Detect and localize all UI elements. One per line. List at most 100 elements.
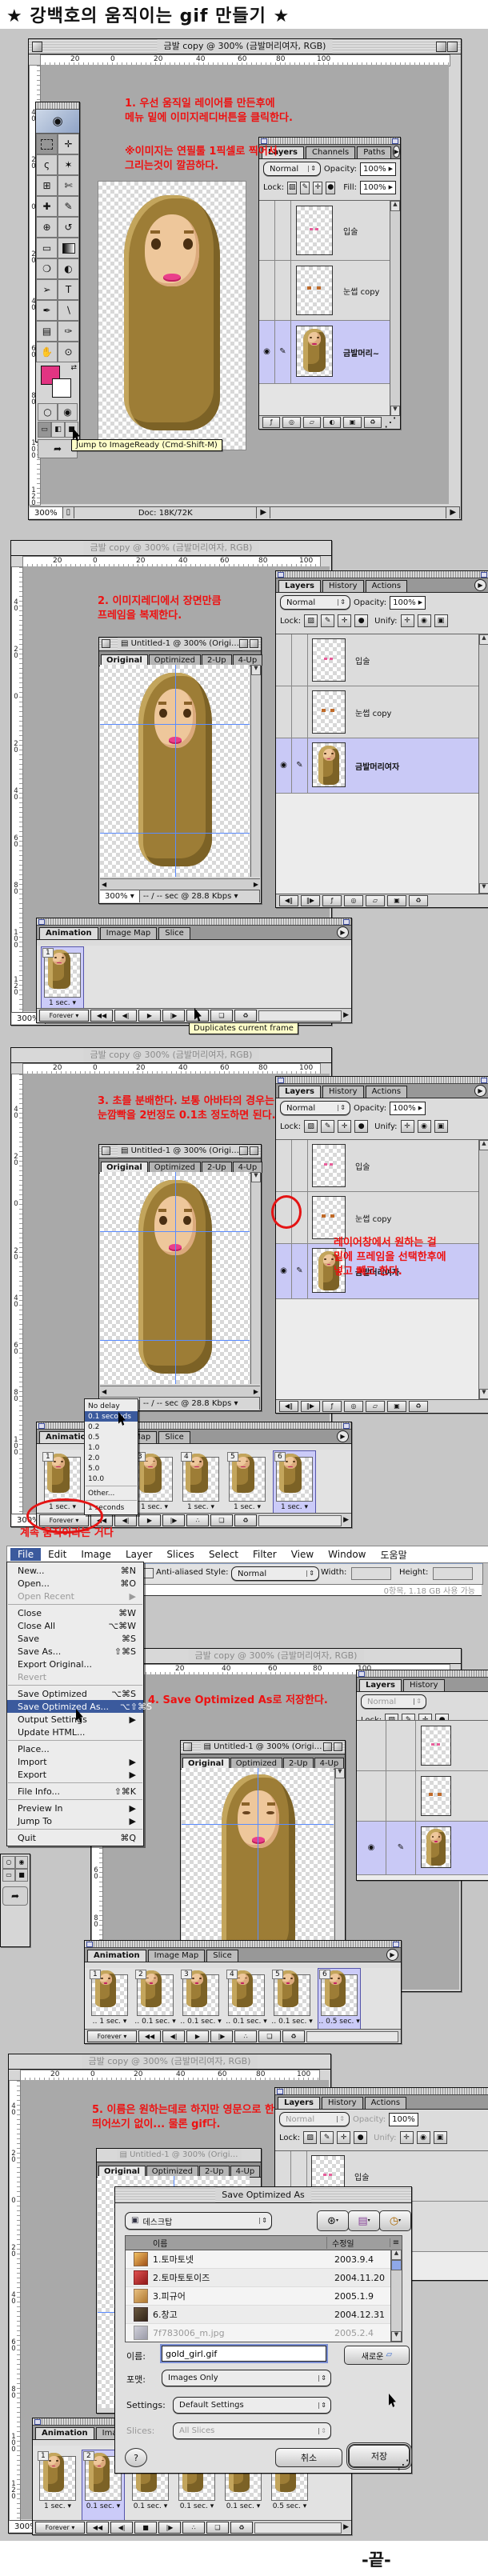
lock-all-button[interactable]: ● [354, 1120, 368, 1133]
lock-transparency-button[interactable]: ▨ [287, 182, 297, 194]
column-name[interactable]: 이름 [126, 2237, 326, 2249]
next-frame-button[interactable]: |▶ [162, 1514, 185, 1526]
delete-layer-button[interactable]: ♻ [409, 1401, 428, 1412]
menu-select[interactable]: Select [202, 1548, 246, 1561]
lock-paint-button[interactable]: ✎ [300, 182, 310, 194]
new-layer-button[interactable]: ▣ [343, 417, 361, 428]
screen-mode-button[interactable]: ▭ [2, 1869, 15, 1882]
windowshade-box-icon[interactable] [323, 1742, 332, 1751]
duplicate-frame-button[interactable]: ❏ [206, 2522, 229, 2534]
palette-menu-icon[interactable]: ▶ [474, 1085, 486, 1097]
palette-menu-icon[interactable]: ▶ [337, 926, 349, 938]
tab-original[interactable]: Original [98, 2166, 146, 2177]
tab-4up[interactable]: 4-Up [314, 1758, 345, 1769]
palette-hscroll[interactable] [258, 1010, 342, 1022]
menu-item-save[interactable]: Save⌘S [7, 1632, 143, 1645]
screen-mode-menubar[interactable]: ◧ [51, 422, 65, 438]
lock-transparency-button[interactable]: ▨ [303, 2131, 317, 2144]
unify-position-button[interactable]: ✛ [400, 2131, 414, 2144]
file-list-scrollbar[interactable]: ▲ ▼ [390, 2250, 402, 2342]
timing-select[interactable]: -- / -- sec @ 28.8 Kbps ▾ [140, 890, 260, 902]
title-bar[interactable]: 금발 copy @ 300% (금발머리여자, RGB) [29, 39, 461, 54]
close-box-icon[interactable] [183, 1742, 192, 1751]
frame-delay[interactable]: 1 sec. ▾ [134, 1503, 175, 1511]
unify-visibility-button[interactable]: ◉ [418, 1120, 431, 1133]
zoom-box-icon[interactable] [334, 1742, 342, 1751]
frame-3[interactable]: 3 1 sec. ▾ [134, 1451, 175, 1516]
layer-mask-button[interactable]: ◎ [344, 1401, 363, 1412]
palette-hscroll[interactable] [306, 2031, 398, 2042]
tab-actions[interactable]: Actions [366, 1086, 408, 1098]
title-bar[interactable]: 금발 copy @ 300% (금발머리여자, RGB) [11, 1048, 331, 1063]
timing-select[interactable]: -- / -- sec @ 28.8 Kbps ▾ [140, 1398, 260, 1410]
menu-item-10.0[interactable]: 10.0 [85, 1474, 138, 1484]
active-brush-cell[interactable]: ✎ [292, 1244, 308, 1298]
fill-value[interactable]: 100%▶ [360, 181, 396, 194]
tab-slice[interactable]: Slice [206, 1950, 238, 1962]
lasso-tool[interactable]: ς [36, 154, 58, 175]
frame-delay[interactable]: ‥ 0.1 sec. ▾ [180, 2018, 222, 2026]
layer-mask-button[interactable]: ◎ [282, 417, 300, 428]
next-frame-button[interactable]: |▶ [158, 2522, 181, 2534]
frame-1[interactable]: 1 1 sec. ▾ [37, 2450, 78, 2522]
file-row[interactable]: 6.창고 2004.12.31 [126, 2306, 402, 2324]
jump-to-photoshop-button[interactable]: ➦ [2, 1886, 28, 1906]
toolbox-grip[interactable] [36, 102, 79, 110]
server-button[interactable]: ⊛▾ [317, 2210, 349, 2231]
duplicate-frame-button[interactable]: ❏ [210, 1010, 233, 1022]
loop-select[interactable]: Forever ▾ [87, 2030, 137, 2042]
prev-frame-button[interactable]: ◀| [114, 1514, 137, 1526]
unify-style-button[interactable]: ▣ [434, 2131, 447, 2144]
frame-delay[interactable]: ‥ 0.1 sec. ▾ [226, 2018, 267, 2026]
quickmask-off-button[interactable]: ○ [2, 1856, 15, 1869]
title-bar[interactable]: 금발 copy @ 300% (금발머리여자, RGB) [9, 2054, 330, 2070]
document-canvas[interactable] [98, 181, 246, 450]
first-frame-button[interactable]: ◀◀ [138, 2030, 161, 2042]
blur-tool[interactable]: ❍ [36, 258, 58, 279]
stop-button[interactable]: ■ [134, 2522, 157, 2534]
frame-delay[interactable]: 0.1 sec. ▾ [222, 2502, 264, 2510]
menu-layer[interactable]: Layer [118, 1548, 159, 1561]
tab-layers[interactable]: Layers [278, 580, 321, 592]
lock-position-button[interactable]: ✛ [338, 1120, 351, 1133]
lock-position-button[interactable]: ✛ [337, 2131, 350, 2144]
style-select[interactable]: Normal⇕ [231, 1566, 319, 1581]
zoom-select[interactable]: 300% ▾ [100, 890, 140, 902]
prev-frame-button[interactable]: ◀| [110, 2522, 133, 2534]
title-bar[interactable]: 금발 copy @ 300% (금발머리여자, RGB) [11, 541, 331, 556]
path-select-tool[interactable]: ➢ [36, 279, 58, 300]
tab-animation[interactable]: Animation [35, 2427, 94, 2439]
menu-item-close[interactable]: Close⌘W [7, 1606, 143, 1619]
menu-item-update-html[interactable]: Update HTML... [7, 1726, 143, 1738]
tab-original[interactable]: Original [101, 1162, 148, 1173]
resize-grip-icon[interactable]: ⋰ [384, 416, 397, 429]
frame-delay[interactable]: ‥ 1 sec. ▾ [89, 2018, 130, 2026]
close-box-icon[interactable] [32, 42, 42, 52]
clone-stamp-tool[interactable]: ⊕ [36, 217, 58, 238]
anti-aliased-checkbox[interactable] [143, 1568, 154, 1578]
opacity-value[interactable]: 100% [389, 2113, 418, 2126]
delete-frame-button[interactable]: ♻ [234, 1010, 257, 1022]
palette-scrollbar[interactable]: ▲▼ [478, 1140, 488, 1399]
menu-item-2.0[interactable]: 2.0 [85, 1453, 138, 1463]
visibility-cell[interactable]: ◉ [259, 321, 275, 383]
eyedropper-tool[interactable]: ✑ [58, 321, 79, 342]
close-box-icon[interactable] [102, 639, 110, 648]
menu-item-save-as[interactable]: Save As...⇧⌘S [7, 1645, 143, 1658]
frame-1[interactable]: 1 1 sec. ▾ [42, 947, 83, 1012]
layer-row-brows[interactable] [357, 1771, 488, 1822]
menu-filter[interactable]: Filter [246, 1548, 284, 1561]
visibility-cell[interactable] [276, 1140, 292, 1191]
frame-delay[interactable]: ‥ 0.5 sec. ▾ [318, 2018, 360, 2026]
lock-all-button[interactable]: ● [354, 614, 368, 627]
tab-imagemap[interactable]: Image Map [100, 927, 158, 939]
prev-frame-button[interactable]: ◀‖ [279, 895, 298, 906]
slices-select[interactable]: All Slices⇕ [173, 2422, 331, 2439]
layer-mask-button[interactable]: ◎ [344, 895, 363, 906]
link-cell[interactable] [292, 1140, 308, 1191]
menu-window[interactable]: Window [321, 1548, 373, 1561]
tab-2up[interactable]: 2-Up [202, 1162, 232, 1173]
menu-item-0.2[interactable]: 0.2 [85, 1422, 138, 1432]
prev-frame-button[interactable]: ◀| [114, 1010, 137, 1022]
vertical-scrollbar[interactable]: ▼ [250, 665, 261, 877]
